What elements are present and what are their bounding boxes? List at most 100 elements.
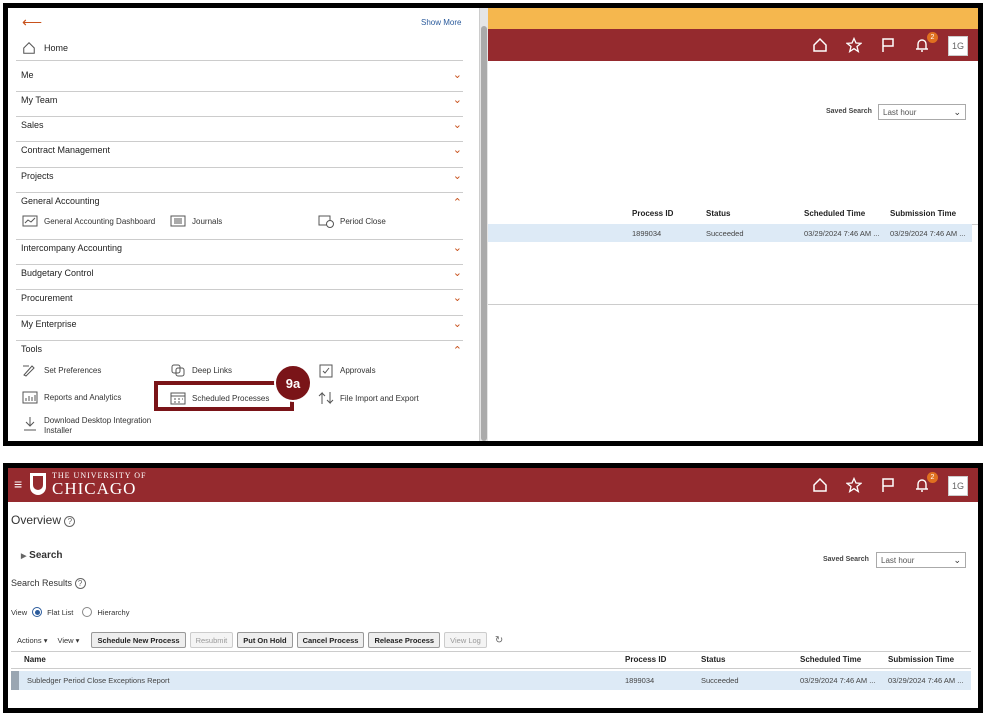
chevron-up-icon: ⌃ xyxy=(452,197,462,209)
col-submission-time[interactable]: Submission Time xyxy=(888,655,954,664)
avatar[interactable]: 1G xyxy=(948,476,968,496)
actions-menu[interactable]: Actions ▾ xyxy=(17,636,47,645)
step-callout-badge: 9a xyxy=(274,364,312,402)
journals-link[interactable]: Journals xyxy=(170,215,222,227)
approvals-link[interactable]: Approvals xyxy=(318,363,376,378)
university-shield-logo xyxy=(30,473,46,495)
gold-banner xyxy=(486,8,978,29)
general-accounting-dashboard-link[interactable]: General Accounting Dashboard xyxy=(22,215,155,227)
chevron-up-icon: ⌃ xyxy=(452,345,462,357)
saved-search-select[interactable]: Last hour ⌄ xyxy=(878,104,966,120)
resubmit-button[interactable]: Resubmit xyxy=(189,632,234,648)
deep-links-link[interactable]: Deep Links xyxy=(170,363,232,377)
home-icon[interactable] xyxy=(812,477,830,495)
chevron-down-icon: ⌄ xyxy=(953,555,961,565)
notification-badge: 2 xyxy=(927,472,938,483)
chevron-down-icon: ⌄ xyxy=(452,292,462,304)
university-brand: THE UNIVERSITY OF CHICAGO xyxy=(52,471,147,498)
scheduled-processes-highlight xyxy=(154,381,294,411)
show-more-link[interactable]: Show More xyxy=(421,18,461,27)
cancel-process-button[interactable]: Cancel Process xyxy=(296,632,365,648)
hamburger-menu-icon[interactable]: ≡ xyxy=(14,476,22,492)
chevron-down-icon: ⌄ xyxy=(452,318,462,330)
file-import-export-link[interactable]: File Import and Export xyxy=(318,391,419,405)
view-menu[interactable]: View ▾ xyxy=(57,636,79,645)
col-process-id[interactable]: Process ID xyxy=(632,209,673,218)
preferences-icon xyxy=(23,365,35,377)
menu-item-budgetary-control[interactable]: Budgetary Control ⌄ xyxy=(16,267,463,290)
chevron-down-icon: ⌄ xyxy=(953,107,961,117)
star-icon[interactable] xyxy=(845,36,864,55)
download-desktop-integration-link[interactable]: Download Desktop Integration Installer xyxy=(22,416,151,436)
bottom-screenshot: ≡ THE UNIVERSITY OF CHICAGO 2 1G Overvie… xyxy=(3,463,983,713)
col-submission-time[interactable]: Submission Time xyxy=(890,209,956,218)
refresh-icon[interactable]: ↻ xyxy=(495,635,503,646)
flag-icon[interactable] xyxy=(880,37,898,55)
menu-item-contract-management[interactable]: Contract Management ⌄ xyxy=(16,144,463,168)
col-status[interactable]: Status xyxy=(701,655,725,664)
period-close-icon xyxy=(318,215,334,228)
page-title: Overview ? xyxy=(11,513,76,527)
global-header: ≡ THE UNIVERSITY OF CHICAGO 2 1G xyxy=(8,468,978,502)
top-screenshot: 2 1G Saved Search Last hour ⌄ Process ID … xyxy=(3,3,983,446)
home-icon xyxy=(23,42,35,54)
dashboard-icon xyxy=(22,215,38,227)
hierarchy-radio[interactable] xyxy=(82,607,93,617)
chevron-down-icon: ⌄ xyxy=(452,69,462,81)
star-icon[interactable] xyxy=(845,476,864,495)
col-status[interactable]: Status xyxy=(706,209,730,218)
help-icon[interactable]: ? xyxy=(64,516,76,527)
menu-item-me[interactable]: Me ⌄ xyxy=(16,69,463,92)
saved-search-label: Saved Search xyxy=(823,556,869,563)
global-header: 2 1G xyxy=(486,29,978,61)
help-icon[interactable]: ? xyxy=(74,578,86,589)
saved-search-label: Saved Search xyxy=(826,108,872,115)
schedule-new-process-button[interactable]: Schedule New Process xyxy=(91,632,186,648)
reports-analytics-link[interactable]: Reports and Analytics xyxy=(22,391,121,404)
journal-icon xyxy=(170,215,186,227)
back-arrow-icon[interactable]: ⟵ xyxy=(22,14,42,31)
triangle-right-icon: ▶ xyxy=(21,553,27,560)
menu-item-projects[interactable]: Projects ⌄ xyxy=(16,170,463,193)
view-log-button[interactable]: View Log xyxy=(444,632,487,648)
release-process-button[interactable]: Release Process xyxy=(368,632,441,648)
import-export-icon xyxy=(318,391,334,405)
chevron-down-icon: ⌄ xyxy=(452,119,462,131)
col-process-id[interactable]: Process ID xyxy=(625,655,666,664)
chevron-down-icon: ⌄ xyxy=(452,170,462,182)
toolbar: Actions ▾ View ▾ Schedule New Process Re… xyxy=(17,632,503,648)
search-results-heading: Search Results ? xyxy=(11,578,86,589)
table-row[interactable]: Subledger Period Close Exceptions Report… xyxy=(11,671,971,690)
chevron-down-icon: ⌄ xyxy=(452,267,462,279)
home-icon[interactable] xyxy=(812,37,830,55)
navigator-menu: ⟵ Show More Home Me ⌄ My Team ⌄ Sales ⌄ Con… xyxy=(8,8,480,441)
search-section-toggle[interactable]: ▶ Search xyxy=(21,550,63,561)
col-scheduled-time[interactable]: Scheduled Time xyxy=(804,209,865,218)
link-icon xyxy=(171,364,185,377)
download-icon xyxy=(24,417,36,431)
set-preferences-link[interactable]: Set Preferences xyxy=(22,363,101,377)
col-scheduled-time[interactable]: Scheduled Time xyxy=(800,655,861,664)
menu-scrollbar[interactable] xyxy=(480,8,488,441)
avatar[interactable]: 1G xyxy=(948,36,968,56)
menu-item-procurement[interactable]: Procurement ⌄ xyxy=(16,292,463,316)
period-close-link[interactable]: Period Close xyxy=(318,215,386,228)
home-link[interactable]: Home xyxy=(22,41,68,55)
bell-icon[interactable]: 2 xyxy=(914,472,938,495)
menu-item-my-team[interactable]: My Team ⌄ xyxy=(16,94,463,117)
bell-icon[interactable]: 2 xyxy=(914,32,938,55)
chevron-down-icon: ⌄ xyxy=(452,242,462,254)
flag-icon[interactable] xyxy=(880,477,898,495)
saved-search-select[interactable]: Last hour ⌄ xyxy=(876,552,966,568)
chevron-down-icon: ⌄ xyxy=(452,94,462,106)
report-icon xyxy=(22,391,38,404)
put-on-hold-button[interactable]: Put On Hold xyxy=(237,632,293,648)
menu-item-my-enterprise[interactable]: My Enterprise ⌄ xyxy=(16,318,463,341)
chevron-down-icon: ⌄ xyxy=(452,144,462,156)
menu-item-intercompany-accounting[interactable]: Intercompany Accounting ⌄ xyxy=(16,242,463,265)
menu-item-sales[interactable]: Sales ⌄ xyxy=(16,119,463,142)
col-name[interactable]: Name xyxy=(24,655,46,664)
flat-list-radio[interactable] xyxy=(32,607,43,617)
process-name-cell[interactable]: Subledger Period Close Exceptions Report xyxy=(27,676,170,685)
table-row[interactable]: 1899034 Succeeded 03/29/2024 7:46 AM ...… xyxy=(486,224,972,242)
